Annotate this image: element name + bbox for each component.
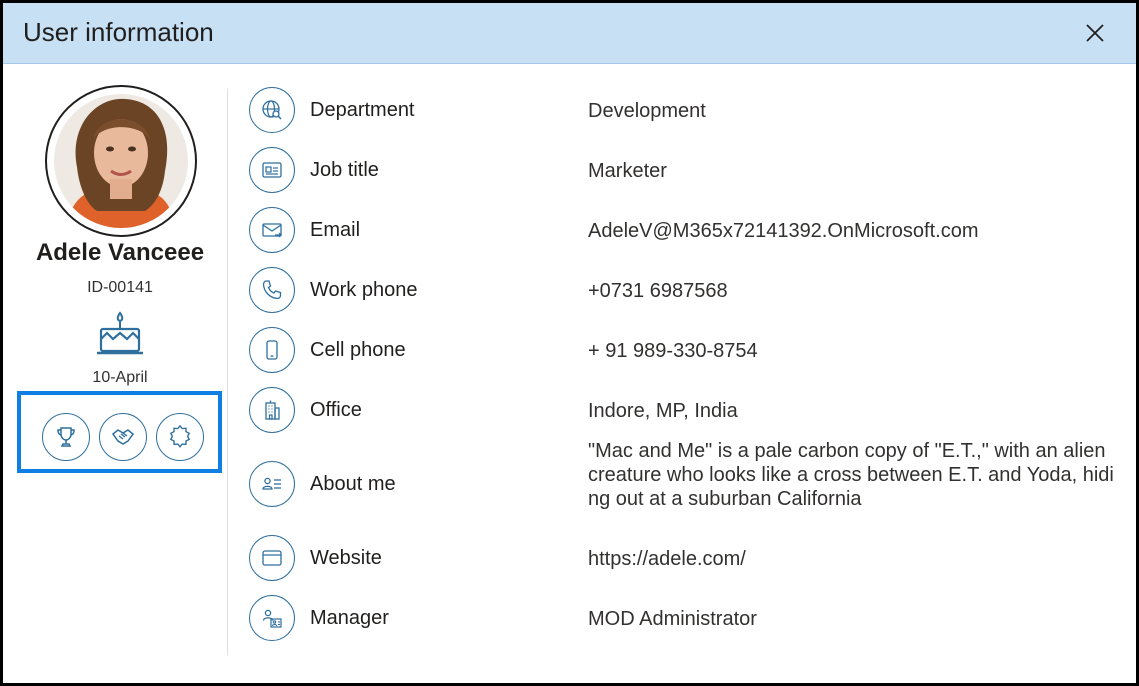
field-row-job-title: Job title Marketer xyxy=(249,147,1129,195)
field-label: Cell phone xyxy=(310,339,406,361)
field-row-about-me: About me "Mac and Me" is a pale carbon c… xyxy=(249,440,1129,510)
close-button[interactable] xyxy=(1079,17,1111,49)
field-label: Work phone xyxy=(310,279,418,301)
handshake-icon xyxy=(111,429,135,445)
field-value: + 91 989-330-8754 xyxy=(588,340,758,362)
mail-icon xyxy=(249,207,295,253)
id-card-icon xyxy=(249,147,295,193)
avatar xyxy=(45,85,197,237)
building-icon xyxy=(249,387,295,433)
close-icon xyxy=(1086,24,1104,42)
field-value: AdeleV@M365x72141392.OnMicrosoft.com xyxy=(588,220,979,242)
field-label: Job title xyxy=(310,159,379,181)
field-row-website: Website https://adele.com/ xyxy=(249,535,1129,583)
trophy-icon xyxy=(57,427,75,447)
contact-list-icon xyxy=(249,461,295,507)
field-value: +0731 6987568 xyxy=(588,280,728,302)
cake-icon xyxy=(95,309,145,359)
field-value website-link[interactable]: https://adele.com/ xyxy=(588,547,1118,571)
field-label: Website xyxy=(310,547,382,569)
trophy-badge-button[interactable] xyxy=(42,413,90,461)
field-label: Department xyxy=(310,99,415,121)
field-label: Manager xyxy=(310,607,389,629)
field-row-cell-phone: Cell phone + 91 989-330-8754 xyxy=(249,327,1129,375)
field-value: Development xyxy=(588,100,706,122)
user-photo xyxy=(51,91,191,231)
birthday-date: 10-April xyxy=(92,369,148,386)
user-information-dialog: User information Adele Vanceee ID-00141 … xyxy=(0,0,1139,686)
dialog-header: User information xyxy=(3,3,1136,64)
award-icon xyxy=(169,425,191,448)
field-value: "Mac and Me" is a pale carbon copy of "E… xyxy=(588,440,1114,510)
column-divider xyxy=(227,89,228,655)
award-badge-button[interactable] xyxy=(156,413,204,461)
manager-icon xyxy=(249,595,295,641)
field-row-email: Email AdeleV@M365x72141392.OnMicrosoft.c… xyxy=(249,207,1129,255)
phone-icon xyxy=(249,267,295,313)
badges-group xyxy=(17,391,222,473)
field-label: Email xyxy=(310,219,361,241)
dialog-title: User information xyxy=(23,17,214,47)
field-value: MOD Administrator xyxy=(588,608,757,630)
field-value: Marketer xyxy=(588,160,667,182)
globe-search-icon xyxy=(249,87,295,133)
mobile-icon xyxy=(249,327,295,373)
field-label: Office xyxy=(310,399,362,421)
handshake-badge-button[interactable] xyxy=(99,413,147,461)
user-id: ID-00141 xyxy=(87,279,153,296)
field-label: About me xyxy=(310,473,396,495)
field-row-work-phone: Work phone +0731 6987568 xyxy=(249,267,1129,315)
field-row-manager: Manager MOD Administrator xyxy=(249,595,1129,643)
browser-icon xyxy=(249,535,295,581)
field-row-office: Office Indore, MP, India xyxy=(249,387,1129,435)
field-value: Indore, MP, India xyxy=(588,400,738,422)
field-row-department: Department Development xyxy=(249,87,1129,135)
user-name: Adele Vanceee xyxy=(35,239,205,266)
